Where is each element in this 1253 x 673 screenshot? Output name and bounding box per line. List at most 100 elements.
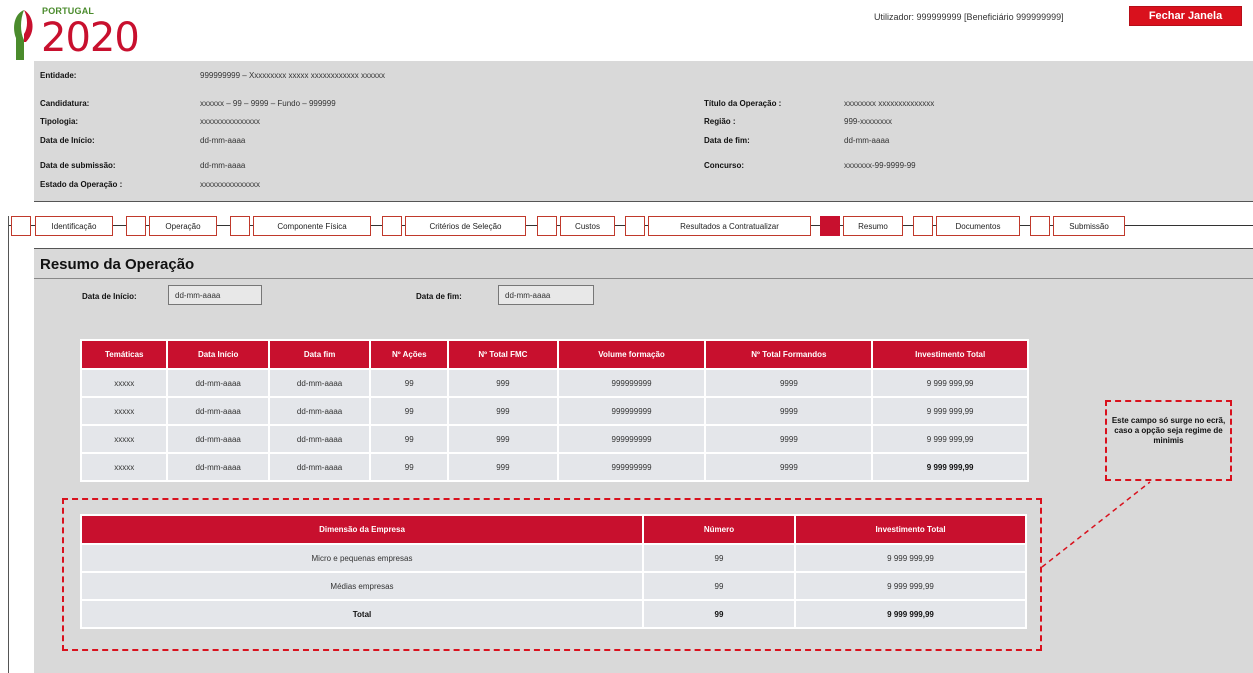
- table-cell: 999: [449, 454, 557, 480]
- data-inicio-value: dd-mm-aaaa: [200, 136, 246, 145]
- table-cell: 99: [371, 398, 448, 424]
- tab-marker-resumo[interactable]: [820, 216, 840, 236]
- entidade-value: 999999999 – Xxxxxxxxx xxxxx xxxxxxxxxxxx…: [200, 71, 385, 80]
- operation-info-panel: Entidade: 999999999 – Xxxxxxxxx xxxxx xx…: [34, 61, 1253, 202]
- data-submissao-value: dd-mm-aaaa: [200, 161, 246, 170]
- table-cell: Micro e pequenas empresas: [82, 545, 642, 571]
- table-cell: 99: [371, 426, 448, 452]
- table-cell: 999999999: [558, 454, 705, 480]
- content-left-border: [8, 248, 9, 673]
- start-date-label: Data de Início:: [82, 292, 137, 301]
- table-cell: 9 999 999,99: [796, 545, 1025, 571]
- table-cell: 9 999 999,99: [873, 398, 1027, 424]
- start-date-field[interactable]: dd-mm-aaaa: [168, 285, 262, 305]
- col-header: Número: [644, 516, 794, 543]
- table-cell: 999: [449, 370, 557, 396]
- table-cell: 999999999: [558, 398, 705, 424]
- tab-identificacao[interactable]: Identificação: [35, 216, 113, 236]
- table-cell: Médias empresas: [82, 573, 642, 599]
- titulo-label: Título da Operação :: [704, 99, 782, 108]
- candidatura-value: xxxxxx – 99 – 9999 – Fundo – 999999: [200, 99, 336, 108]
- table-cell: xxxxx: [82, 398, 167, 424]
- table-cell: dd-mm-aaaa: [168, 398, 268, 424]
- tab-marker-submissao[interactable]: [1030, 216, 1050, 236]
- table-cell: 9999: [706, 454, 872, 480]
- candidatura-label: Candidatura:: [40, 99, 90, 108]
- table-cell: 99: [371, 370, 448, 396]
- data-fim-label: Data de fim:: [704, 136, 750, 145]
- tab-marker-componente-fisica[interactable]: [230, 216, 250, 236]
- regiao-label: Região :: [704, 117, 736, 126]
- tab-operacao[interactable]: Operação: [149, 216, 217, 236]
- end-date-label: Data de fim:: [416, 292, 462, 301]
- table-row: Total 99 9 999 999,99: [82, 601, 1025, 627]
- table-cell: dd-mm-aaaa: [269, 454, 370, 480]
- tab-marker-custos[interactable]: [537, 216, 557, 236]
- table-cell: 9 999 999,99: [796, 573, 1025, 599]
- table-cell: 99: [371, 454, 448, 480]
- estado-label: Estado da Operação :: [40, 180, 123, 189]
- table-row: xxxxx dd-mm-aaaa dd-mm-aaaa 99 999 99999…: [82, 398, 1027, 424]
- tipologia-label: Tipologia:: [40, 117, 79, 126]
- col-header: Nº Ações: [371, 341, 448, 368]
- concurso-label: Concurso:: [704, 161, 744, 170]
- tab-custos[interactable]: Custos: [560, 216, 615, 236]
- close-window-button[interactable]: Fechar Janela: [1129, 6, 1242, 26]
- company-size-table: Dimensão da Empresa Número Investimento …: [80, 514, 1027, 629]
- table-cell: 999999999: [558, 370, 705, 396]
- col-header: Volume formação: [558, 341, 705, 368]
- col-header: Nº Total FMC: [449, 341, 557, 368]
- tab-marker-identificacao[interactable]: [11, 216, 31, 236]
- col-header: Data fim: [269, 341, 370, 368]
- entidade-label: Entidade:: [40, 71, 77, 80]
- table-cell: 9 999 999,99: [873, 426, 1027, 452]
- logo-mark-icon: [14, 10, 33, 60]
- col-header: Dimensão da Empresa: [82, 516, 642, 543]
- tab-componente-fisica[interactable]: Componente Física: [253, 216, 371, 236]
- tab-documentos[interactable]: Documentos: [936, 216, 1020, 236]
- table-row: Médias empresas 99 9 999 999,99: [82, 573, 1025, 599]
- concurso-value: xxxxxxx-99-9999-99: [844, 161, 916, 170]
- tab-resultados-contratualizar[interactable]: Resultados a Contratualizar: [648, 216, 811, 236]
- table-cell: dd-mm-aaaa: [168, 454, 268, 480]
- table-row: Micro e pequenas empresas 99 9 999 999,9…: [82, 545, 1025, 571]
- page-title: Resumo da Operação: [40, 256, 195, 273]
- table-cell: 9999: [706, 398, 872, 424]
- minimis-annotation-note: Este campo só surge no ecrã, caso a opçã…: [1105, 400, 1232, 481]
- tab-resumo[interactable]: Resumo: [843, 216, 903, 236]
- table-cell: dd-mm-aaaa: [269, 398, 370, 424]
- regiao-value: 999-xxxxxxxx: [844, 117, 893, 126]
- table-cell: 99: [644, 573, 794, 599]
- tab-marker-criterios-selecao[interactable]: [382, 216, 402, 236]
- table-cell: 9 999 999,99: [873, 454, 1027, 480]
- table-cell: 9 999 999,99: [873, 370, 1027, 396]
- data-submissao-label: Data de submissão:: [40, 161, 116, 170]
- table-cell: 9 999 999,99: [796, 601, 1025, 627]
- title-divider: [34, 278, 1253, 279]
- table-cell: dd-mm-aaaa: [168, 370, 268, 396]
- tab-marker-documentos[interactable]: [913, 216, 933, 236]
- table-cell: 9999: [706, 426, 872, 452]
- table-row: xxxxx dd-mm-aaaa dd-mm-aaaa 99 999 99999…: [82, 454, 1027, 480]
- table-cell: Total: [82, 601, 642, 627]
- table-cell: 99: [644, 601, 794, 627]
- tab-marker-resultados[interactable]: [625, 216, 645, 236]
- tab-criterios-selecao[interactable]: Critérios de Seleção: [405, 216, 526, 236]
- tipologia-value: xxxxxxxxxxxxxxx: [200, 117, 260, 126]
- portugal-2020-logo: PORTUGAL 2020: [8, 4, 158, 64]
- col-header: Data Início: [168, 341, 268, 368]
- table-cell: 9999: [706, 370, 872, 396]
- user-info: Utilizador: 999999999 [Beneficiário 9999…: [874, 12, 1064, 22]
- col-header: Temáticas: [82, 341, 167, 368]
- table-cell: dd-mm-aaaa: [269, 370, 370, 396]
- table-cell: xxxxx: [82, 426, 167, 452]
- col-header: Nº Total Formandos: [706, 341, 872, 368]
- tab-submissao[interactable]: Submissão: [1053, 216, 1125, 236]
- table-cell: 999: [449, 426, 557, 452]
- end-date-field[interactable]: dd-mm-aaaa: [498, 285, 594, 305]
- thematic-summary-table: Temáticas Data Início Data fim Nº Ações …: [80, 339, 1029, 482]
- table-cell: 99: [644, 545, 794, 571]
- table-row: xxxxx dd-mm-aaaa dd-mm-aaaa 99 999 99999…: [82, 370, 1027, 396]
- tab-marker-operacao[interactable]: [126, 216, 146, 236]
- table-cell: 999999999: [558, 426, 705, 452]
